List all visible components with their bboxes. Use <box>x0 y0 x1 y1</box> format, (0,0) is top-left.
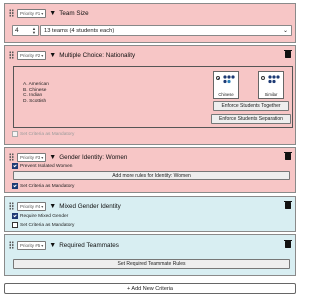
required-teammates-panel: Priority #5 ▾ ▼ Required Teammates Set Re… <box>4 234 296 276</box>
prevent-isolated-label: Prevent Isolated Women <box>20 163 73 169</box>
mandatory-row[interactable]: Set Criteria as Mandatory <box>12 183 74 189</box>
priority-select[interactable]: Priority #4 ▾ <box>17 201 47 211</box>
criteria-title: Team Size <box>59 9 89 17</box>
trash-icon[interactable] <box>284 201 292 209</box>
gender-women-panel: Priority #3 ▾ ▼ Gender Identity: Women Pr… <box>4 147 296 193</box>
priority-label: Priority #3 <box>20 154 41 160</box>
mandatory-label: Set Criteria as Mandatory <box>20 131 75 137</box>
set-required-teammates-button[interactable]: Set Required Teammate Rules <box>13 259 290 269</box>
require-mixed-label: Require Mixed Gender <box>20 213 69 219</box>
mixed-gender-panel: Priority #4 ▾ ▼ Mixed Gender Identity Req… <box>4 196 296 232</box>
team-group-icon <box>223 75 235 84</box>
team-number-value: 4 <box>15 27 19 34</box>
trash-icon[interactable] <box>284 240 292 248</box>
mandatory-label: Set Criteria as Mandatory <box>20 183 75 189</box>
collapse-triangle-icon[interactable]: ▼ <box>49 242 56 249</box>
group-card-chinese[interactable]: Chinese <box>213 71 239 99</box>
team-number-input[interactable]: 4 ▲ ▼ <box>12 25 39 36</box>
add-more-rules-button[interactable]: Add more rules for Identity: Women <box>13 171 290 180</box>
options-list: A. American B. Chinese C. Indian D. Scot… <box>23 82 49 104</box>
chevron-down-icon: ▾ <box>41 52 44 58</box>
prevent-isolated-row[interactable]: Prevent Isolated Women <box>12 163 72 169</box>
trash-icon[interactable] <box>284 50 292 58</box>
drag-handle-icon[interactable] <box>9 202 14 210</box>
stepper-icon[interactable]: ▲ ▼ <box>32 26 36 35</box>
enforce-separation-button[interactable]: Enforce Students Separation <box>211 114 291 124</box>
require-mixed-checkbox[interactable] <box>12 213 18 219</box>
team-group-icon <box>268 75 280 84</box>
mandatory-checkbox[interactable] <box>12 183 18 189</box>
chevron-down-icon: ▾ <box>41 10 44 16</box>
mandatory-label: Set Criteria as Mandatory <box>20 222 75 228</box>
chevron-down-icon: ▾ <box>41 242 44 248</box>
drag-handle-icon[interactable] <box>9 241 14 249</box>
priority-select[interactable]: Priority #2 ▾ <box>17 50 47 60</box>
option-item: D. Scottish <box>23 98 47 104</box>
multiple-choice-header: Priority #2 ▾ ▼ Multiple Choice: National… <box>9 50 292 60</box>
options-box: A. American B. Chinese C. Indian D. Scot… <box>13 66 293 128</box>
trash-icon[interactable] <box>284 152 292 160</box>
criteria-title: Required Teammates <box>59 241 119 249</box>
teams-select-value: 13 teams (4 students each) <box>44 27 115 34</box>
priority-select[interactable]: Priority #1 ▾ <box>17 8 47 18</box>
require-mixed-row[interactable]: Require Mixed Gender <box>12 213 68 219</box>
priority-label: Priority #2 <box>20 52 41 58</box>
criteria-title: Multiple Choice: Nationality <box>59 51 136 59</box>
mandatory-checkbox[interactable] <box>12 131 18 137</box>
option-item: A. American <box>23 82 49 87</box>
team-size-panel: Priority #1 ▾ ▼ Team Size 4 ▲ ▼ 13 teams (… <box>4 3 296 43</box>
priority-label: Priority #5 <box>20 242 41 248</box>
collapse-triangle-icon[interactable]: ▼ <box>49 154 56 161</box>
multiple-choice-panel: Priority #2 ▾ ▼ Multiple Choice: National… <box>4 45 296 145</box>
chevron-down-icon: ▾ <box>41 154 44 160</box>
card-label: Chinese <box>218 92 234 97</box>
add-new-criteria-button[interactable]: + Add New Criteria <box>4 283 296 294</box>
collapse-triangle-icon[interactable]: ▼ <box>49 52 56 59</box>
mandatory-checkbox[interactable] <box>12 222 18 228</box>
gender-women-header: Priority #3 ▾ ▼ Gender Identity: Women <box>9 152 292 162</box>
mandatory-row[interactable]: Set Criteria as Mandatory <box>12 131 74 137</box>
drag-handle-icon[interactable] <box>9 153 14 161</box>
team-size-header: Priority #1 ▾ ▼ Team Size <box>9 8 291 18</box>
priority-select[interactable]: Priority #3 ▾ <box>17 152 47 162</box>
priority-select[interactable]: Priority #5 ▾ <box>17 240 47 250</box>
mixed-gender-header: Priority #4 ▾ ▼ Mixed Gender Identity <box>9 201 292 211</box>
priority-label: Priority #4 <box>20 203 41 209</box>
collapse-triangle-icon[interactable]: ▼ <box>49 203 56 210</box>
mandatory-row[interactable]: Set Criteria as Mandatory <box>12 222 74 228</box>
required-teammates-header: Priority #5 ▾ ▼ Required Teammates <box>9 240 292 250</box>
drag-handle-icon[interactable] <box>9 9 14 17</box>
chevron-down-icon: ▾ <box>41 203 44 209</box>
enforce-together-button[interactable]: Enforce Students Together <box>213 101 289 111</box>
radio-icon[interactable] <box>261 76 265 80</box>
priority-label: Priority #1 <box>20 10 41 16</box>
teams-select[interactable]: 13 teams (4 students each) ⌄ <box>40 25 292 36</box>
criteria-title: Gender Identity: Women <box>59 153 128 161</box>
radio-selected-icon[interactable] <box>216 76 220 80</box>
chevron-down-icon: ⌄ <box>282 28 288 34</box>
criteria-title: Mixed Gender Identity <box>59 202 121 210</box>
drag-handle-icon[interactable] <box>9 51 14 59</box>
prevent-isolated-checkbox[interactable] <box>12 163 18 169</box>
group-card-similar[interactable]: Similar <box>258 71 284 99</box>
collapse-triangle-icon[interactable]: ▼ <box>49 10 56 17</box>
card-label: Similar <box>264 92 278 97</box>
